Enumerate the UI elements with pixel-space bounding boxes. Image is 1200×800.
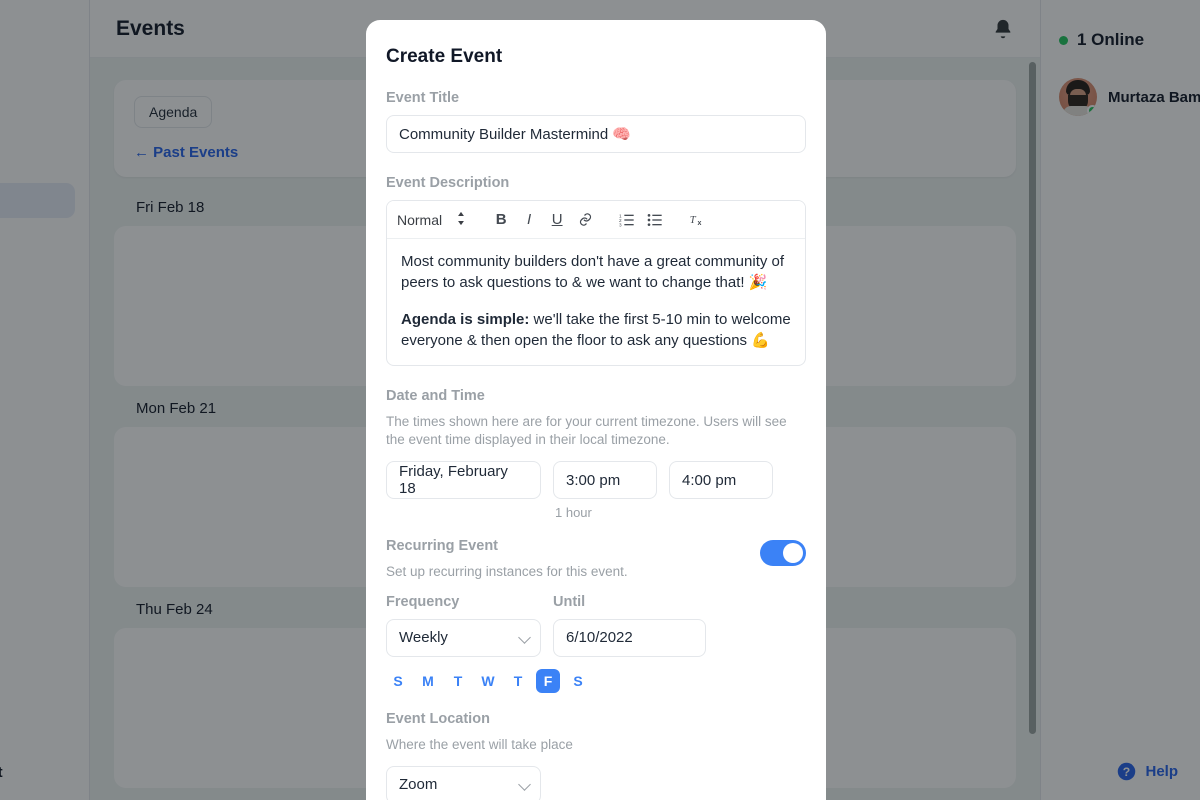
event-description-label: Event Description (386, 175, 510, 191)
event-title-input[interactable]: Community Builder Mastermind 🧠 (386, 115, 806, 153)
editor-toolbar: Normal B I U 1 2 3 T x (387, 201, 805, 239)
day-toggle-saturday[interactable]: S (566, 669, 590, 693)
event-end-time-input[interactable]: 4:00 pm (669, 461, 773, 500)
event-title-label: Event Title (386, 90, 460, 106)
recurrence-fields-row: Frequency Weekly Until 6/10/2022 (386, 594, 806, 657)
format-select[interactable]: Normal (397, 211, 472, 229)
frequency-select[interactable]: Weekly (386, 618, 541, 657)
day-toggle-tuesday[interactable]: T (446, 669, 470, 693)
until-date-input[interactable]: 6/10/2022 (553, 618, 706, 657)
recurring-event-label: Recurring Event (386, 538, 498, 555)
day-toggle-monday[interactable]: M (416, 669, 440, 693)
svg-text:3: 3 (619, 222, 622, 227)
recurrence-days-row: S M T W T F S (386, 668, 806, 693)
create-event-modal: Create Event Event Title Community Build… (366, 20, 826, 800)
bold-icon[interactable]: B (488, 207, 514, 233)
editor-body[interactable]: Most community builders don't have a gre… (387, 239, 805, 365)
chevron-down-icon (518, 630, 531, 644)
event-location-label: Event Location (386, 710, 490, 727)
date-and-time-label: Date and Time (386, 388, 485, 404)
description-paragraph-2: Agenda is simple: we'll take the first 5… (401, 309, 791, 351)
event-location-select[interactable]: Zoom (386, 765, 541, 800)
unordered-list-icon[interactable] (642, 207, 668, 233)
chevron-down-icon (518, 778, 531, 791)
description-paragraph-2-bold: Agenda is simple: (401, 311, 530, 328)
frequency-label: Frequency (386, 593, 460, 610)
until-label: Until (553, 593, 586, 610)
modal-title: Create Event (386, 46, 503, 67)
svg-text:x: x (697, 219, 701, 227)
day-toggle-thursday[interactable]: T (506, 669, 530, 693)
format-select-value: Normal (397, 211, 443, 228)
underline-icon[interactable]: U (544, 207, 570, 233)
recurring-event-toggle[interactable] (760, 540, 806, 567)
clear-format-icon[interactable]: T x (684, 207, 710, 233)
event-location-value: Zoom (399, 776, 438, 794)
recurring-event-description: Set up recurring instances for this even… (386, 564, 628, 580)
day-toggle-friday[interactable]: F (536, 668, 560, 693)
italic-icon[interactable]: I (516, 207, 542, 233)
date-and-time-description: The times shown here are for your curren… (386, 414, 787, 448)
duration-label: 1 hour (555, 505, 592, 521)
recurring-event-header: Recurring Event Set up recurring instanc… (386, 538, 806, 593)
day-toggle-sunday[interactable]: S (386, 669, 410, 693)
link-icon[interactable] (572, 207, 598, 233)
description-paragraph-1: Most community builders don't have a gre… (401, 253, 785, 291)
day-toggle-wednesday[interactable]: W (476, 669, 500, 693)
svg-text:T: T (689, 215, 696, 226)
date-time-row: Friday, February 18 3:00 pm 1 hour 4:00 … (386, 461, 806, 520)
ordered-list-icon[interactable]: 1 2 3 (614, 207, 640, 233)
event-location-description: Where the event will take place (386, 736, 573, 752)
event-date-input[interactable]: Friday, February 18 (386, 461, 541, 500)
frequency-value: Weekly (399, 629, 448, 647)
event-description-editor[interactable]: Normal B I U 1 2 3 T x Most community bu… (386, 200, 806, 366)
chevron-updown-icon (456, 211, 466, 229)
event-start-time-input[interactable]: 3:00 pm (553, 461, 657, 500)
